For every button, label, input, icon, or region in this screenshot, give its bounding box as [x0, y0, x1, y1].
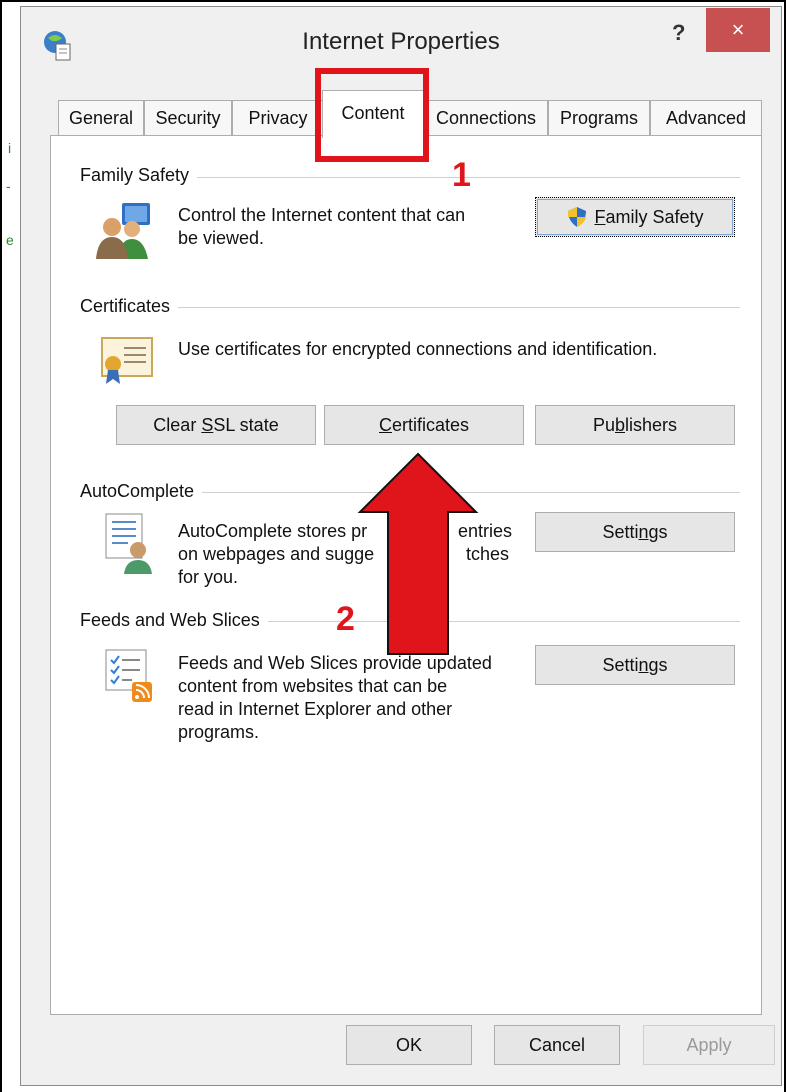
button-accel: S: [201, 414, 214, 435]
clear-ssl-state-button[interactable]: Clear S SL state: [116, 405, 316, 445]
feeds-group-label: Feeds and Web Slices: [80, 610, 268, 631]
highlight-content-tab-box: [315, 68, 429, 162]
autocomplete-settings-button[interactable]: Setti n gs: [535, 512, 735, 552]
background-glyph: i: [8, 140, 12, 156]
autocomplete-text-line3: for you.: [178, 567, 239, 587]
tab-programs[interactable]: Programs: [548, 100, 650, 136]
step-2-label: 2: [336, 600, 355, 638]
screenshot-border-left: [0, 0, 2, 1092]
background-glyph: -: [6, 178, 11, 194]
help-button[interactable]: ?: [672, 20, 696, 48]
close-button[interactable]: ×: [706, 8, 770, 52]
button-text: Setti: [602, 654, 639, 675]
background-glyph: e: [6, 232, 14, 248]
screenshot-border-top: [0, 0, 786, 2]
family-safety-button[interactable]: Family Safety: [535, 197, 735, 237]
family-safety-button-label: amily Safety: [605, 206, 704, 227]
button-text: gs: [648, 654, 668, 675]
autocomplete-text-line1a: AutoComplete stores pr: [178, 521, 368, 541]
tab-advanced[interactable]: Advanced: [650, 100, 762, 136]
tab-general[interactable]: General: [58, 100, 144, 136]
feeds-settings-button[interactable]: Setti n gs: [535, 645, 735, 685]
button-accel: b: [615, 414, 626, 435]
button-text: lishers: [625, 414, 678, 435]
family-safety-text-line1: Control the Internet content that can: [178, 205, 466, 225]
ok-button[interactable]: OK: [346, 1025, 472, 1065]
button-text: ertificates: [391, 414, 470, 435]
certificates-divider: [80, 307, 740, 308]
family-safety-group-label: Family Safety: [80, 165, 198, 186]
button-text: Setti: [602, 521, 639, 542]
button-text: SL state: [213, 414, 279, 435]
family-safety-icon: [92, 197, 156, 261]
autocomplete-icon: [104, 512, 156, 576]
tab-connections[interactable]: Connections: [424, 100, 548, 136]
certificates-button[interactable]: Certificates: [324, 405, 524, 445]
publishers-button[interactable]: Pu b lishers: [535, 405, 735, 445]
button-accel: n: [638, 521, 649, 542]
feeds-text-line2: content from websites that can be: [178, 676, 448, 696]
family-safety-text-line2: be viewed.: [178, 228, 265, 248]
step-1-label: 1: [452, 156, 471, 194]
feeds-icon: [104, 648, 156, 704]
certificate-icon: [100, 330, 156, 386]
button-accel: C: [378, 414, 392, 435]
family-safety-accel: F: [594, 206, 606, 227]
button-text: Clear: [153, 414, 202, 435]
button-text: Pu: [592, 414, 615, 435]
button-text: gs: [648, 521, 668, 542]
apply-button[interactable]: Apply: [643, 1025, 775, 1065]
uac-shield-icon: [566, 206, 588, 228]
red-up-arrow-icon: [356, 452, 480, 657]
feeds-text-line4: programs.: [178, 722, 260, 742]
button-accel: n: [638, 654, 649, 675]
tab-security[interactable]: Security: [144, 100, 232, 136]
autocomplete-text-line2a: on webpages and sugge: [178, 544, 375, 564]
tab-privacy[interactable]: Privacy: [232, 100, 324, 136]
cancel-button[interactable]: Cancel: [494, 1025, 620, 1065]
window-title: Internet Properties: [302, 28, 500, 55]
autocomplete-group-label: AutoComplete: [80, 481, 203, 502]
certificates-group-label: Certificates: [80, 296, 179, 317]
feeds-text-line3: read in Internet Explorer and other: [178, 699, 453, 719]
certificates-description: Use certificates for encrypted connectio…: [178, 339, 658, 359]
